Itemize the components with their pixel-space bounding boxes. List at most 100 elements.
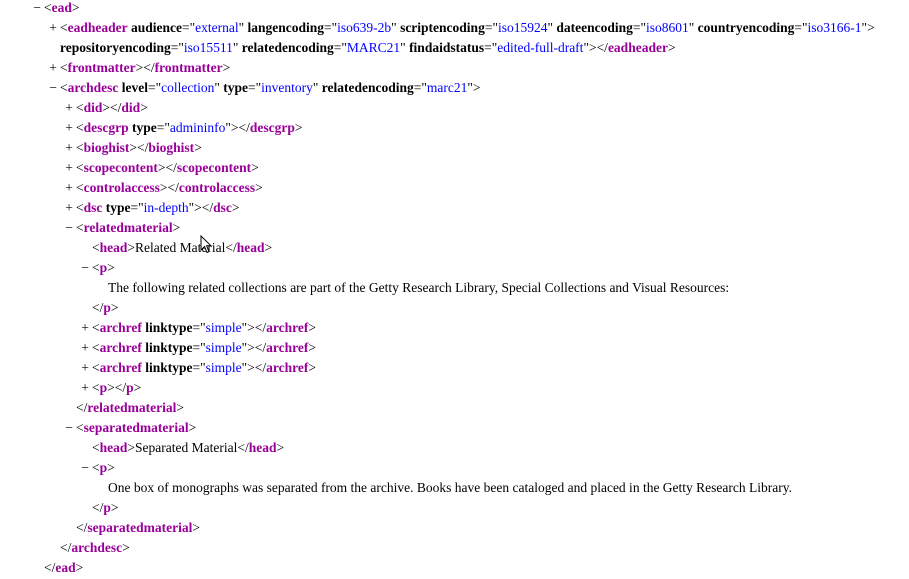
expand-toggle[interactable]: + <box>46 58 60 78</box>
xml-line: + <frontmatter></frontmatter> <box>46 58 230 78</box>
xml-line: − <archdesc level="collection" type="inve… <box>46 78 480 98</box>
collapse-toggle[interactable]: − <box>30 0 44 18</box>
tag-name: did <box>83 100 103 115</box>
xml-line: </separatedmaterial> <box>62 518 200 538</box>
bracket: < <box>76 140 84 155</box>
xml-line: + <did></did> <box>62 98 148 118</box>
equals-quote: =" <box>192 360 206 375</box>
attribute-value: iso639-2b <box>337 20 392 35</box>
bracket: > <box>247 340 255 355</box>
bracket: </ <box>60 540 72 555</box>
attribute-value: simple <box>205 340 242 355</box>
attribute-name: linktype <box>145 360 193 375</box>
collapse-toggle[interactable]: − <box>78 458 92 478</box>
expand-toggle[interactable]: + <box>78 338 92 358</box>
bracket: < <box>76 180 84 195</box>
bracket: < <box>92 320 100 335</box>
expand-toggle[interactable]: + <box>62 138 76 158</box>
xml-line: repositoryencoding="iso15511" relatedenc… <box>60 38 676 58</box>
tag-name: archref <box>266 360 309 375</box>
expand-toggle[interactable]: + <box>62 98 76 118</box>
expand-toggle[interactable]: + <box>62 198 76 218</box>
bracket: > <box>172 220 181 235</box>
attribute-name: relatedencoding <box>241 40 334 55</box>
tag-name: eadheader <box>67 20 128 35</box>
bracket: > <box>140 100 148 115</box>
quote: " <box>238 20 245 35</box>
bracket: </ <box>254 340 267 355</box>
bracket: > <box>222 60 231 75</box>
equals-quote: =" <box>333 40 347 55</box>
bracket: > <box>176 400 184 415</box>
attribute-name: countryencoding <box>697 20 795 35</box>
expand-toggle[interactable]: + <box>62 178 76 198</box>
bracket: > <box>188 420 197 435</box>
xml-line: </archdesc> <box>46 538 130 558</box>
xml-line: The following related collections are pa… <box>94 278 729 298</box>
tag-name: dsc <box>83 200 103 215</box>
attribute-name: type <box>132 120 157 135</box>
collapse-toggle[interactable]: − <box>78 258 92 278</box>
tag-name: bioghist <box>83 140 130 155</box>
bracket: < <box>92 460 100 475</box>
quote: " <box>400 40 406 55</box>
collapse-toggle[interactable]: − <box>62 418 76 438</box>
bracket: ></ <box>588 40 608 55</box>
equals-quote: =" <box>192 320 206 335</box>
expand-toggle[interactable]: + <box>46 18 60 38</box>
attribute-value: MARC21 <box>346 40 401 55</box>
bracket: </ <box>92 300 104 315</box>
element-text: One box of monographs was separated from… <box>108 480 792 495</box>
bracket: > <box>230 120 239 135</box>
expand-toggle[interactable]: + <box>78 378 92 398</box>
bracket: > <box>133 380 142 395</box>
attribute-name: type <box>105 200 131 215</box>
bracket: > <box>667 40 676 55</box>
equals-quote: =" <box>324 20 338 35</box>
bracket: </ <box>167 180 179 195</box>
equals-quote: =" <box>192 340 206 355</box>
attribute-name: audience <box>131 20 183 35</box>
bracket: > <box>75 560 84 575</box>
bracket: </ <box>137 140 149 155</box>
bracket: < <box>44 0 52 15</box>
bracket: </ <box>76 400 88 415</box>
collapse-toggle[interactable]: − <box>46 78 60 98</box>
quote: " <box>547 20 553 35</box>
quote: " <box>391 20 397 35</box>
xml-line: + <controlaccess></controlaccess> <box>62 178 263 198</box>
attribute-value: inventory <box>261 80 313 95</box>
collapse-toggle[interactable]: − <box>62 218 76 238</box>
element-text: The following related collections are pa… <box>108 280 730 295</box>
bracket: </ <box>238 120 250 135</box>
tag-name: p <box>99 460 108 475</box>
bracket: > <box>107 460 115 475</box>
bracket: > <box>129 140 138 155</box>
bracket: </ <box>201 200 214 215</box>
attribute-name: type <box>223 80 248 95</box>
expand-toggle[interactable]: + <box>62 158 76 178</box>
bracket: > <box>247 360 255 375</box>
bracket: </ <box>92 500 104 515</box>
bracket: < <box>92 260 100 275</box>
xml-line: + <dsc type="in-depth"></dsc> <box>62 198 239 218</box>
attribute-value: in-depth <box>143 200 189 215</box>
bracket: > <box>122 540 130 555</box>
bracket: > <box>255 180 263 195</box>
expand-toggle[interactable]: + <box>62 118 76 138</box>
tag-name: bioghist <box>148 140 195 155</box>
expand-toggle[interactable]: + <box>78 318 92 338</box>
element-text: Separated Material <box>135 440 238 455</box>
bracket: < <box>92 240 100 255</box>
xml-line: <head>Related Material</head> <box>78 238 272 258</box>
bracket: < <box>92 440 100 455</box>
expand-toggle[interactable]: + <box>78 358 92 378</box>
attribute-value: collection <box>161 80 215 95</box>
bracket: < <box>76 160 84 175</box>
tag-name: scopecontent <box>176 160 252 175</box>
attribute-name: level <box>121 80 148 95</box>
bracket: > <box>264 240 273 255</box>
tag-name: p <box>103 300 111 315</box>
bracket: </ <box>76 520 88 535</box>
bracket: > <box>308 320 316 335</box>
